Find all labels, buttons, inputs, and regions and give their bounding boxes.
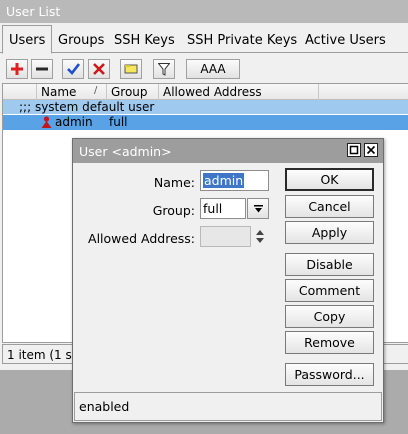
filter-icon (158, 62, 170, 76)
password-button[interactable]: Password... (285, 363, 374, 386)
add-button[interactable] (6, 59, 28, 79)
dialog-status-bar: enabled (74, 392, 382, 421)
check-icon (66, 63, 80, 75)
group-dropdown-button[interactable] (247, 198, 269, 219)
user-icon (41, 116, 52, 131)
disable-button[interactable] (88, 59, 110, 79)
user-dialog: User <admin> Name: admin Group: full All… (72, 138, 384, 423)
tab-groups[interactable]: Groups (52, 28, 110, 53)
tab-ssh-keys[interactable]: SSH Keys (108, 28, 181, 53)
group-comment-row[interactable]: ;;; system default user (3, 100, 408, 114)
toolbar: AAA (0, 53, 408, 83)
column-header-allowed-address[interactable]: Allowed Address (159, 84, 319, 100)
sort-indicator: / (94, 85, 98, 96)
enable-button[interactable] (62, 59, 84, 79)
group-select[interactable]: full (200, 198, 246, 219)
maximize-button[interactable] (347, 143, 361, 157)
dropdown-arrow-icon (253, 204, 263, 212)
group-value: full (203, 201, 223, 216)
comment-note-icon (124, 64, 138, 74)
name-value: admin (203, 173, 245, 188)
tab-bar: Users Groups SSH Keys SSH Private Keys A… (0, 23, 408, 54)
table-header: Name / Group Allowed Address (3, 84, 408, 100)
name-field[interactable]: admin (200, 170, 269, 191)
cancel-button[interactable]: Cancel (285, 195, 374, 218)
copy-button[interactable]: Copy (285, 305, 374, 328)
dialog-title: User <admin> (73, 139, 383, 163)
tab-ssh-private-keys[interactable]: SSH Private Keys (181, 28, 303, 53)
allowed-address-label: Allowed Address: (88, 231, 195, 246)
cross-icon (93, 63, 105, 75)
remove-button[interactable] (31, 59, 53, 79)
minus-icon (36, 67, 48, 71)
row-group: full (109, 115, 128, 129)
apply-button[interactable]: Apply (285, 221, 374, 244)
tab-active-users[interactable]: Active Users (299, 28, 392, 53)
ok-button[interactable]: OK (285, 168, 374, 191)
table-row[interactable]: admin full (3, 115, 408, 130)
disable-user-button[interactable]: Disable (285, 253, 374, 276)
plus-icon (11, 63, 23, 75)
filter-button[interactable] (153, 59, 175, 79)
comment-button[interactable] (120, 59, 142, 79)
aaa-button[interactable]: AAA (186, 59, 240, 79)
comment-user-button[interactable]: Comment (285, 279, 374, 302)
name-label: Name: (153, 175, 195, 190)
column-header-blank (3, 84, 37, 100)
row-name: admin (55, 115, 93, 129)
maximize-icon (349, 145, 359, 155)
remove-user-button[interactable]: Remove (285, 331, 374, 354)
column-header-group[interactable]: Group (107, 84, 159, 100)
column-header-name[interactable]: Name / (37, 84, 107, 100)
close-button[interactable] (364, 143, 378, 157)
column-header-name-label: Name (41, 85, 77, 99)
allowed-address-spinner[interactable] (255, 229, 265, 244)
allowed-address-field[interactable] (200, 226, 251, 247)
window-title: User List (0, 0, 408, 23)
spinner-arrows-icon (256, 230, 264, 243)
close-icon (366, 145, 376, 155)
group-label: Group: (152, 203, 195, 218)
tab-users[interactable]: Users (2, 25, 53, 54)
